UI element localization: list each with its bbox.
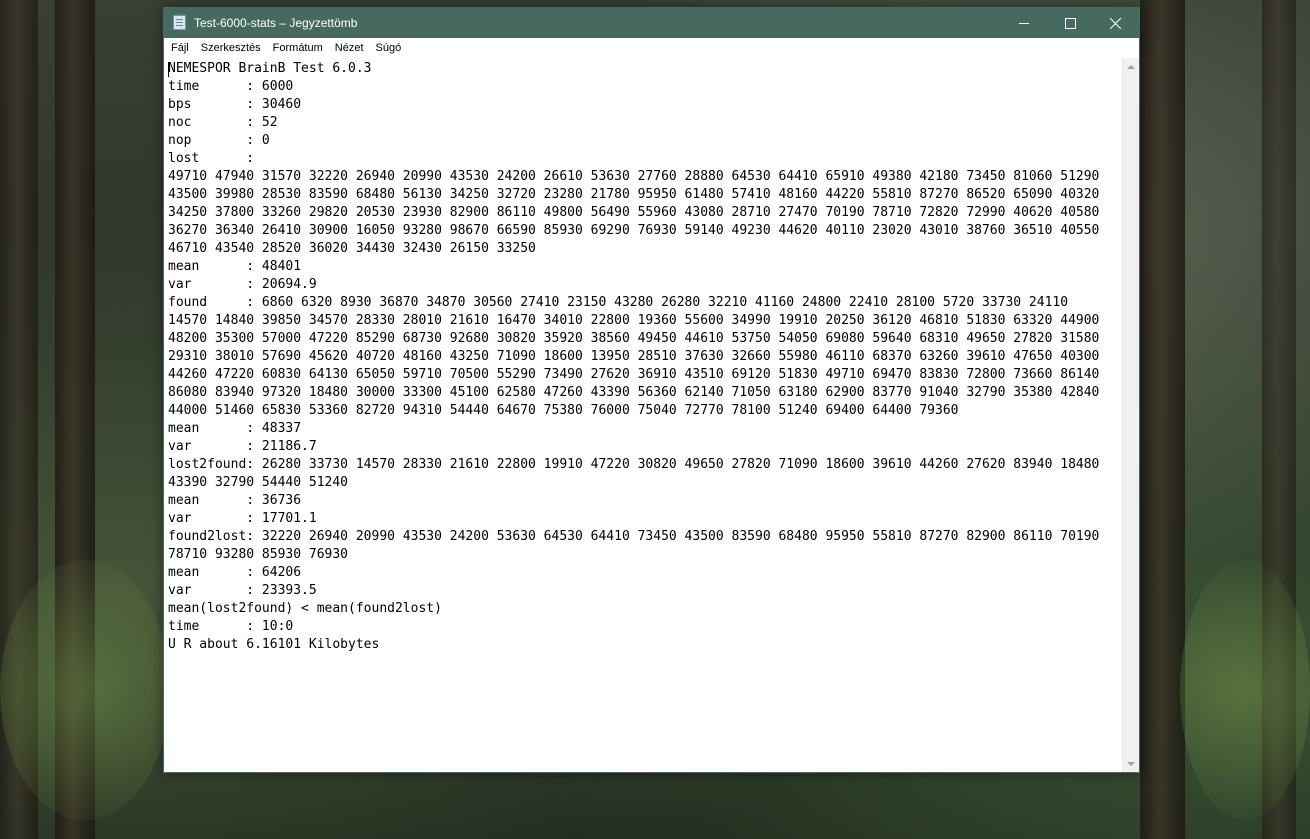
document-line: mean : 48337: [168, 421, 302, 436]
document-line: time : 10:0: [168, 619, 294, 634]
menu-file[interactable]: Fájl: [165, 40, 195, 56]
document-line: 78710 93280 85930 76930: [168, 547, 349, 562]
notepad-icon: [173, 13, 186, 30]
document-line: mean : 48401: [168, 259, 302, 274]
notepad-window: Test-6000-stats – Jegyzettömb Fájl Szerk…: [163, 7, 1140, 773]
scroll-up-icon: [1127, 64, 1135, 69]
document-line: 43500 39980 28530 83590 68480 56130 3425…: [168, 187, 1100, 202]
minimize-button[interactable]: [1001, 8, 1047, 38]
window-title: Test-6000-stats – Jegyzettömb: [194, 16, 358, 30]
menu-help[interactable]: Súgó: [370, 40, 408, 56]
document-line: U R about 6.16101 Kilobytes: [168, 637, 380, 652]
document-line: 14570 14840 39850 34570 28330 28010 2161…: [168, 313, 1100, 328]
document-line: found : 6860 6320 8930 36870 34870 30560…: [168, 295, 1069, 310]
document-line: 46710 43540 28520 36020 34430 32430 2615…: [168, 241, 536, 256]
document-line: bps : 30460: [168, 97, 302, 112]
document-line: 44000 51460 65830 53360 82720 94310 5444…: [168, 403, 959, 418]
menu-bar: Fájl Szerkesztés Formátum Nézet Súgó: [164, 38, 1139, 58]
document-line: 49710 47940 31570 32220 26940 20990 4353…: [168, 169, 1100, 184]
close-icon: [1110, 17, 1122, 29]
tree-trunk: [1140, 0, 1185, 839]
document-line: mean : 64206: [168, 565, 302, 580]
document-line: nop : 0: [168, 133, 270, 148]
document-line: mean(lost2found) < mean(found2lost): [168, 601, 442, 616]
document-line: NEMESPOR BrainB Test 6.0.3: [168, 61, 372, 76]
document-line: 48200 35300 57000 47220 85290 68730 9268…: [168, 331, 1100, 346]
document-line: noc : 52: [168, 115, 278, 130]
close-button[interactable]: [1093, 8, 1139, 38]
document-line: mean : 36736: [168, 493, 302, 508]
document-line: 34250 37800 33260 29820 20530 23930 8290…: [168, 205, 1100, 220]
maximize-button[interactable]: [1047, 8, 1093, 38]
text-editor-area[interactable]: NEMESPOR BrainB Test 6.0.3 time : 6000 bps…: [164, 58, 1122, 772]
scroll-down-icon: [1127, 761, 1135, 766]
menu-format[interactable]: Formátum: [267, 40, 329, 56]
foliage: [0, 560, 170, 820]
minimize-icon: [1019, 22, 1029, 24]
document-line: var : 17701.1: [168, 511, 317, 526]
document-line: var : 21186.7: [168, 439, 317, 454]
document-line: 86080 83940 97320 18480 30000 33300 4510…: [168, 385, 1100, 400]
text-caret: [168, 62, 169, 77]
vertical-scrollbar[interactable]: [1122, 58, 1139, 772]
foliage: [1180, 560, 1310, 820]
document-line: 44260 47220 60830 64130 65050 59710 7050…: [168, 367, 1100, 382]
menu-edit[interactable]: Szerkesztés: [195, 40, 267, 56]
document-line: var : 20694.9: [168, 277, 317, 292]
menu-view[interactable]: Nézet: [329, 40, 370, 56]
document-text[interactable]: NEMESPOR BrainB Test 6.0.3 time : 6000 bps…: [164, 58, 1122, 654]
document-line: lost :: [168, 151, 255, 166]
document-line: lost2found: 26280 33730 14570 28330 2161…: [168, 457, 1100, 472]
document-line: found2lost: 32220 26940 20990 43530 2420…: [168, 529, 1100, 544]
scroll-down-button[interactable]: [1123, 755, 1139, 772]
maximize-icon: [1064, 17, 1076, 29]
document-line: var : 23393.5: [168, 583, 317, 598]
document-line: 29310 38010 57690 45620 40720 48160 4325…: [168, 349, 1100, 364]
document-line: 43390 32790 54440 51240: [168, 475, 349, 490]
document-line: 36270 36340 26410 30900 16050 93280 9867…: [168, 223, 1100, 238]
scroll-up-button[interactable]: [1123, 58, 1139, 75]
document-line: time : 6000: [168, 79, 294, 94]
title-bar[interactable]: Test-6000-stats – Jegyzettömb: [164, 8, 1139, 38]
